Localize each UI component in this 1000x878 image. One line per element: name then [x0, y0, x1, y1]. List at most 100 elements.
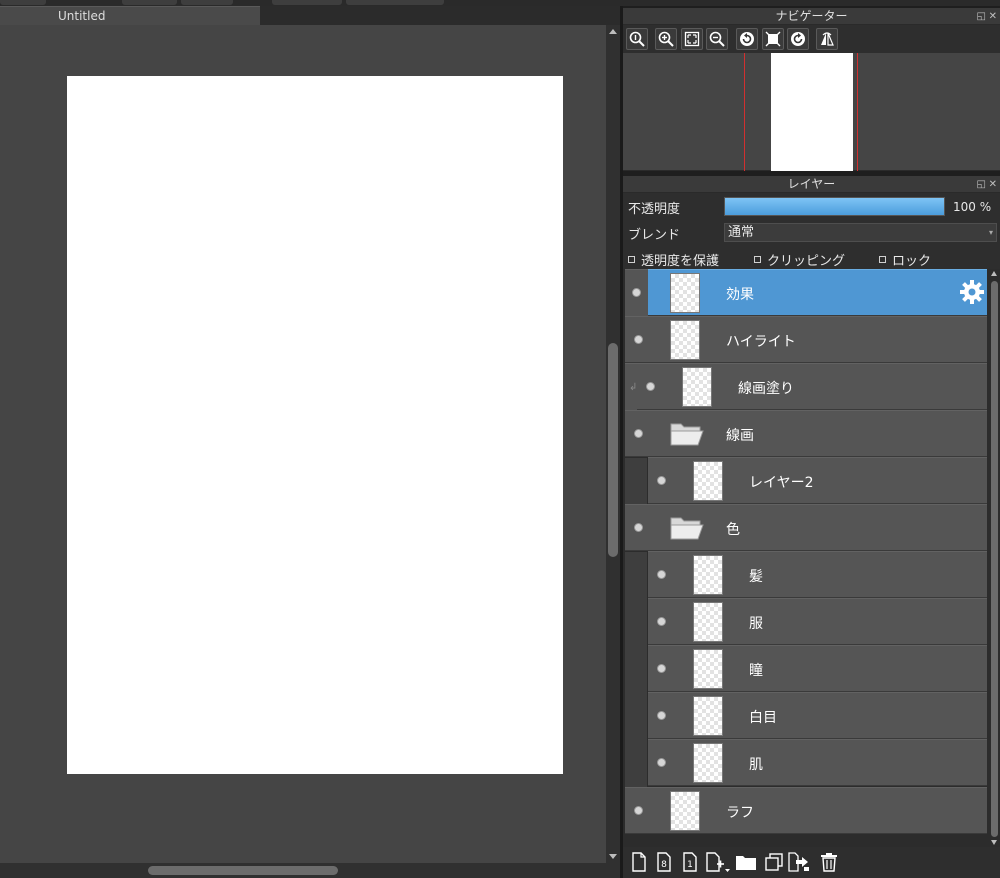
- gear-icon[interactable]: [959, 279, 985, 305]
- layer-row[interactable]: レイヤー2: [648, 457, 987, 504]
- flip-horizontal-icon: [821, 32, 834, 46]
- delete-layer-button[interactable]: [819, 851, 839, 873]
- layer-thumbnail: [682, 367, 712, 407]
- scroll-down-arrow-icon[interactable]: [609, 854, 617, 859]
- layer-thumbnail: [693, 555, 723, 595]
- undock-icon[interactable]: ◱: [977, 176, 986, 193]
- layer-row[interactable]: 線画塗り: [637, 363, 987, 410]
- checkbox-box[interactable]: [879, 256, 886, 263]
- top-tab-stub[interactable]: [0, 0, 46, 5]
- canvas-page[interactable]: [67, 76, 563, 774]
- layer-name: 線画: [726, 428, 754, 444]
- navigator-view-edge-right: [857, 53, 858, 171]
- scroll-down-arrow-icon[interactable]: [991, 840, 997, 845]
- lock-checkbox[interactable]: ロック: [879, 250, 931, 269]
- blend-mode-value: 通常: [728, 225, 755, 240]
- blend-mode-select[interactable]: 通常 ▾: [724, 223, 997, 242]
- canvas-horizontal-scrollbar[interactable]: [0, 863, 620, 878]
- layer-toolbar: 8 1: [623, 847, 1000, 878]
- duplicate-layer-button[interactable]: [764, 851, 784, 873]
- top-tab-stub[interactable]: [122, 0, 177, 5]
- top-tab-stub[interactable]: [346, 0, 444, 5]
- visibility-eye-icon[interactable]: [634, 523, 643, 532]
- layer-row[interactable]: 白目: [648, 692, 987, 739]
- scrollbar-thumb[interactable]: [148, 866, 338, 875]
- checkbox-box[interactable]: [628, 256, 635, 263]
- visibility-eye-icon[interactable]: [657, 570, 666, 579]
- merge-down-icon: [788, 852, 809, 872]
- layer-row[interactable]: 線画: [625, 410, 987, 457]
- undock-icon[interactable]: ◱: [977, 8, 986, 25]
- visibility-eye-icon[interactable]: [634, 806, 643, 815]
- visibility-eye-icon[interactable]: [657, 758, 666, 767]
- reset-view-button[interactable]: [762, 28, 784, 50]
- visibility-eye-icon[interactable]: [657, 711, 666, 720]
- scrollbar-thumb[interactable]: [991, 281, 998, 837]
- layer-name: 効果: [726, 287, 754, 303]
- zoom-in-icon: [658, 31, 674, 47]
- layer-row[interactable]: 色: [625, 504, 987, 551]
- layers-panel-title: レイヤー ◱ ✕: [623, 176, 1000, 193]
- svg-text:1: 1: [687, 860, 693, 870]
- layer-row[interactable]: ハイライト: [625, 316, 987, 363]
- new-8bit-layer-icon: 8: [657, 852, 671, 872]
- rotate-right-button[interactable]: [787, 28, 809, 50]
- new-layer-icon: [632, 852, 646, 872]
- flip-horizontal-button[interactable]: [816, 28, 838, 50]
- rotate-left-button[interactable]: [736, 28, 758, 50]
- fit-window-icon: [684, 31, 700, 47]
- zoom-in-button[interactable]: [655, 28, 677, 50]
- protect-alpha-checkbox[interactable]: 透明度を保護: [628, 250, 719, 269]
- fit-window-button[interactable]: [681, 28, 703, 50]
- checkbox-box[interactable]: [754, 256, 761, 263]
- layer-row[interactable]: 瞳: [648, 645, 987, 692]
- visibility-eye-icon[interactable]: [632, 288, 641, 297]
- layer-row[interactable]: 髪: [648, 551, 987, 598]
- new-layer-button[interactable]: [629, 851, 649, 873]
- chevron-down-icon: ▾: [988, 228, 993, 237]
- visibility-eye-icon[interactable]: [634, 429, 643, 438]
- layer-row[interactable]: 服: [648, 598, 987, 645]
- navigator-panel-title: ナビゲーター ◱ ✕: [623, 8, 1000, 25]
- layer-name: 肌: [749, 757, 763, 773]
- layer-row[interactable]: 効果: [632, 269, 987, 316]
- zoom-actual-button[interactable]: [626, 28, 648, 50]
- opacity-slider[interactable]: [724, 197, 945, 216]
- document-tab[interactable]: Untitled: [0, 6, 260, 25]
- close-icon[interactable]: ✕: [989, 176, 997, 193]
- layer-row-eye-cell[interactable]: [625, 269, 648, 316]
- layer-list-scrollbar[interactable]: [989, 269, 1000, 847]
- canvas-vertical-scrollbar[interactable]: [606, 25, 620, 863]
- close-icon[interactable]: ✕: [989, 8, 997, 25]
- layer-row[interactable]: 肌: [648, 739, 987, 786]
- visibility-eye-icon[interactable]: [634, 335, 643, 344]
- navigator-preview[interactable]: [623, 53, 1000, 171]
- layer-row[interactable]: ラフ: [625, 787, 987, 834]
- layer-name: 髪: [749, 569, 763, 585]
- canvas-area[interactable]: [0, 25, 606, 863]
- layer-list: 効果 ハイライト 線画塗り ↲ 線画 レイヤー2 色 髪 服 瞳 白目 肌 ラフ: [623, 269, 989, 847]
- scrollbar-thumb[interactable]: [608, 343, 618, 557]
- merge-down-button[interactable]: [788, 851, 810, 873]
- visibility-eye-icon[interactable]: [657, 476, 666, 485]
- clipping-checkbox[interactable]: クリッピング: [754, 250, 845, 269]
- zoom-out-button[interactable]: [706, 28, 728, 50]
- new-folder-button[interactable]: [734, 851, 758, 873]
- folder-open-icon: [670, 517, 704, 540]
- new-1bit-layer-button[interactable]: 1: [680, 851, 700, 873]
- layer-thumbnail: [670, 273, 700, 313]
- scroll-up-arrow-icon[interactable]: [991, 271, 997, 276]
- top-tab-stub[interactable]: [272, 0, 342, 5]
- top-tab-stub[interactable]: [181, 0, 233, 5]
- visibility-eye-icon[interactable]: [646, 382, 655, 391]
- layer-name: 服: [749, 616, 763, 632]
- scroll-up-arrow-icon[interactable]: [609, 29, 617, 34]
- rotate-right-icon: [791, 32, 805, 46]
- add-layer-menu-button[interactable]: [705, 851, 731, 873]
- visibility-eye-icon[interactable]: [657, 664, 666, 673]
- new-8bit-layer-button[interactable]: 8: [654, 851, 674, 873]
- group-indent-bar: [625, 458, 647, 505]
- rotate-left-icon: [740, 32, 754, 46]
- opacity-value: 100 %: [953, 200, 992, 214]
- visibility-eye-icon[interactable]: [657, 617, 666, 626]
